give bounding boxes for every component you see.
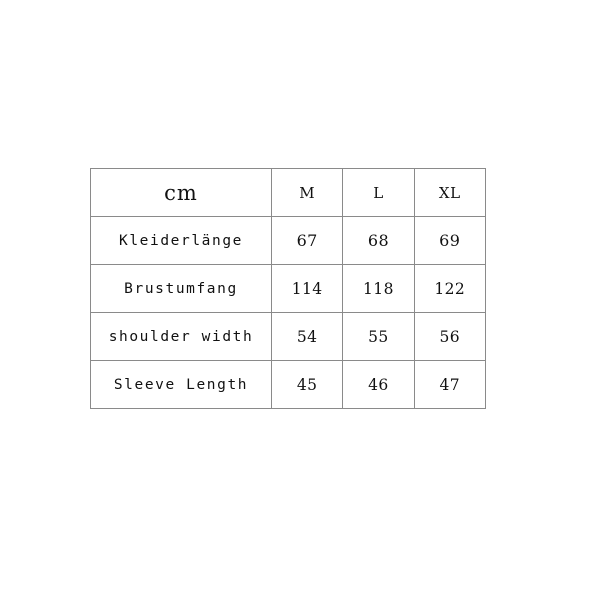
cell-sleeve-length-xl: 47 [413, 360, 486, 409]
cell-kleiderlaenge-m: 67 [270, 216, 344, 265]
cell-shoulder-width-xl: 56 [413, 312, 486, 361]
table-header: cm M L XL [90, 168, 486, 217]
cell-shoulder-width-l: 55 [342, 312, 415, 361]
cell-kleiderlaenge-l: 68 [342, 216, 415, 265]
size-chart-table: cm M L XL Kleiderlänge 67 68 69 Brustumf… [90, 168, 486, 409]
table-row: Kleiderlänge 67 68 69 [90, 216, 486, 265]
cell-brustumfang-m: 114 [270, 264, 344, 313]
table-header-row: cm M L XL [90, 168, 486, 217]
cell-sleeve-length-m: 45 [270, 360, 344, 409]
cell-sleeve-length-l: 46 [342, 360, 415, 409]
table-row: Sleeve Length 45 46 47 [90, 360, 486, 409]
row-label-kleiderlaenge: Kleiderlänge [90, 216, 272, 265]
cell-shoulder-width-m: 54 [270, 312, 344, 361]
cell-kleiderlaenge-xl: 69 [413, 216, 486, 265]
unit-header-cell: cm [90, 168, 272, 217]
row-label-brustumfang: Brustumfang [90, 264, 272, 313]
table-body: Kleiderlänge 67 68 69 Brustumfang 114 11… [90, 216, 486, 409]
table-row: shoulder width 54 55 56 [90, 312, 486, 361]
cell-brustumfang-l: 118 [342, 264, 415, 313]
row-label-shoulder-width: shoulder width [90, 312, 272, 361]
size-header-m: M [270, 168, 344, 217]
table-row: Brustumfang 114 118 122 [90, 264, 486, 313]
size-header-xl: XL [413, 168, 486, 217]
cell-brustumfang-xl: 122 [413, 264, 486, 313]
row-label-sleeve-length: Sleeve Length [90, 360, 272, 409]
size-chart-canvas: cm M L XL Kleiderlänge 67 68 69 Brustumf… [0, 0, 600, 600]
size-header-l: L [342, 168, 415, 217]
